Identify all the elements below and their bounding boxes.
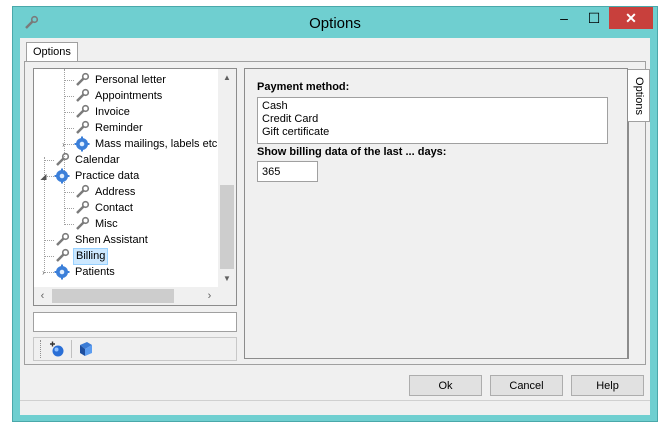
tree-item[interactable]: Appointments <box>74 88 164 104</box>
status-bar <box>20 400 650 415</box>
add-item-button[interactable] <box>47 339 67 359</box>
scroll-down-icon[interactable]: ▼ <box>218 270 236 287</box>
tree-item-label: Appointments <box>95 89 163 102</box>
toolbar-grip <box>40 340 43 358</box>
tree-item-label: Contact <box>95 201 133 214</box>
settings-panel: Payment method: Cash Credit Card Gift cert… <box>244 68 628 359</box>
payment-option[interactable]: Credit Card <box>262 113 603 126</box>
close-button[interactable]: ✕ <box>609 7 653 29</box>
tool-icon <box>56 248 70 262</box>
gear-icon <box>74 136 90 152</box>
gear-icon <box>54 168 70 184</box>
tree-guide-line <box>44 256 54 257</box>
scroll-up-icon[interactable]: ▲ <box>218 69 236 86</box>
tree-item[interactable]: Personal letter <box>74 72 168 88</box>
tree-item-label: Address <box>95 185 136 198</box>
tree-item[interactable]: Billing <box>54 247 109 265</box>
tool-icon <box>76 72 90 86</box>
tree-item[interactable]: Calendar <box>54 152 122 168</box>
tree-item[interactable]: Shen Assistant <box>54 232 150 248</box>
tree-item[interactable]: Invoice <box>74 104 132 120</box>
tree-items: Personal letter Appointments Invoice Remind… <box>34 69 220 287</box>
dialog-client: Options Personal letter Appointments Invoi… <box>20 38 650 415</box>
tree-guide-line <box>44 160 54 161</box>
tree-item[interactable]: Address <box>74 184 137 200</box>
gear-icon <box>54 264 70 280</box>
side-tab-strip <box>628 122 650 359</box>
tree-filter-input[interactable] <box>33 312 237 332</box>
tree-item-label: Reminder <box>95 121 143 134</box>
help-button[interactable]: Help <box>571 375 644 396</box>
side-tab-options[interactable]: Options <box>628 69 650 122</box>
tree-item[interactable]: Practice data <box>54 168 141 184</box>
tree-item-label: Personal letter <box>95 73 166 86</box>
tree-item-label: Patients <box>75 265 115 278</box>
cancel-button[interactable]: Cancel <box>490 375 563 396</box>
options-tree[interactable]: Personal letter Appointments Invoice Remind… <box>33 68 237 306</box>
tree-item-label: Practice data <box>75 169 140 182</box>
tool-icon <box>56 152 70 166</box>
tab-strip: Options <box>20 38 650 62</box>
tool-icon <box>56 232 70 246</box>
tool-icon <box>76 104 90 118</box>
options-tab-panel: Personal letter Appointments Invoice Remind… <box>24 61 650 365</box>
payment-method-label: Payment method: <box>257 81 350 93</box>
tool-icon <box>76 88 90 102</box>
tree-guide-line <box>64 224 74 225</box>
tool-icon <box>76 184 90 198</box>
tree-guide-line <box>64 192 74 193</box>
tree-vertical-scrollbar[interactable]: ▲ ▼ <box>218 69 236 287</box>
tree-item[interactable]: Reminder <box>74 120 145 136</box>
payment-method-list[interactable]: Cash Credit Card Gift certificate <box>257 97 608 144</box>
payment-option[interactable]: Gift certificate <box>262 126 603 139</box>
tree-item-label: Calendar <box>75 153 120 166</box>
tree-expander-icon[interactable]: ◢ <box>39 172 48 181</box>
dialog-buttons: Ok Cancel Help <box>20 375 650 401</box>
tree-expander-icon[interactable]: › <box>39 268 48 277</box>
tree-horizontal-scrollbar[interactable]: ‹ › <box>34 287 218 305</box>
tool-icon <box>76 216 90 230</box>
tree-item[interactable]: Mass mailings, labels etc. <box>74 136 222 152</box>
tree-item-label: Mass mailings, labels etc. <box>95 137 221 150</box>
minimize-button[interactable]: – <box>549 7 579 29</box>
horizontal-scroll-thumb[interactable] <box>52 289 174 303</box>
vertical-scroll-thumb[interactable] <box>220 185 234 269</box>
tree-item-label: Shen Assistant <box>75 233 148 246</box>
scroll-left-icon[interactable]: ‹ <box>34 287 51 305</box>
options-window: Options – ☐ ✕ Options Personal letter App… <box>12 6 658 422</box>
scroll-right-icon[interactable]: › <box>201 287 218 305</box>
scroll-corner <box>218 287 236 305</box>
toolbar-separator <box>71 340 72 358</box>
tree-expander-icon[interactable]: › <box>59 140 68 149</box>
tree-guide-line <box>64 80 74 81</box>
tree-item[interactable]: Contact <box>74 200 135 216</box>
tree-guide-line <box>64 96 74 97</box>
tree-item[interactable]: Misc <box>74 216 120 232</box>
tree-toolbar <box>33 337 237 361</box>
side-tab-label: Options <box>632 76 645 115</box>
ok-button[interactable]: Ok <box>409 375 482 396</box>
tree-guide-line <box>64 128 74 129</box>
edit-item-button[interactable] <box>76 339 96 359</box>
add-globe-icon <box>50 341 64 357</box>
tree-guide-line <box>44 240 54 241</box>
tree-item-label: Misc <box>95 217 118 230</box>
tool-icon <box>76 120 90 134</box>
payment-option[interactable]: Cash <box>262 100 603 113</box>
tree-item[interactable]: Patients <box>54 264 117 280</box>
tab-options[interactable]: Options <box>26 42 78 62</box>
billing-days-input[interactable] <box>257 161 318 182</box>
tree-guide-line <box>64 208 74 209</box>
title-bar[interactable]: Options – ☐ ✕ <box>13 7 657 38</box>
book-icon <box>80 342 92 356</box>
billing-days-label: Show billing data of the last ... days: <box>257 146 447 158</box>
tree-guide-line <box>64 112 74 113</box>
tree-item-label: Billing <box>73 247 109 265</box>
tree-item-label: Invoice <box>95 105 130 118</box>
maximize-button[interactable]: ☐ <box>579 7 609 29</box>
tool-icon <box>76 200 90 214</box>
